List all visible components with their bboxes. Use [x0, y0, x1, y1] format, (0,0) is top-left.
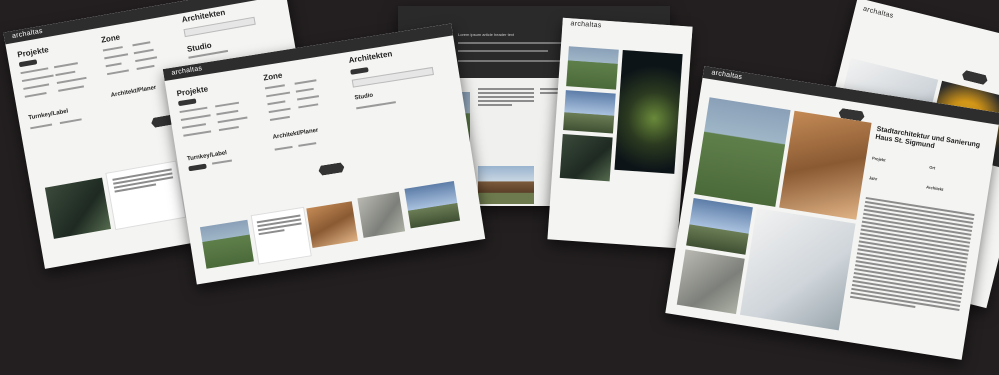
filter-option[interactable]	[132, 41, 151, 47]
project-thumbnail[interactable]	[404, 181, 461, 229]
filter-option[interactable]	[59, 118, 82, 125]
filter-option[interactable]	[298, 103, 319, 109]
column-title-architect-staff: Architekt/Planer	[272, 127, 319, 141]
filter-option[interactable]	[105, 62, 122, 68]
column-title-zone: Zone	[100, 32, 121, 45]
article-image[interactable]	[739, 208, 856, 331]
filter-option[interactable]	[216, 109, 239, 116]
column-title-studio: Studio	[354, 92, 374, 102]
column-title-turnkey: Turnkey/Label	[28, 108, 69, 122]
filter-option[interactable]	[267, 100, 286, 106]
filter-option[interactable]	[23, 83, 50, 90]
gallery-image[interactable]	[563, 90, 616, 134]
project-card[interactable]	[250, 206, 312, 265]
info-label-place: Ort	[928, 164, 936, 171]
filter-option[interactable]	[20, 67, 49, 75]
column-title-projects: Projekte	[176, 84, 209, 99]
filter-option[interactable]	[211, 159, 233, 165]
article-image[interactable]	[779, 110, 872, 220]
filter-option[interactable]	[294, 79, 317, 85]
filter-option[interactable]	[56, 76, 87, 85]
article-image[interactable]	[676, 249, 745, 315]
gallery-image[interactable]	[559, 134, 613, 182]
filter-option[interactable]	[104, 53, 129, 60]
project-thumbnail[interactable]	[357, 191, 406, 238]
project-thumbnail[interactable]	[199, 219, 254, 269]
project-thumbnail[interactable]	[478, 166, 534, 204]
intro-line	[458, 50, 548, 52]
filter-option[interactable]	[133, 48, 154, 55]
article-image[interactable]	[686, 198, 753, 255]
project-thumbnail[interactable]	[306, 201, 358, 248]
filter-option[interactable]	[135, 56, 158, 63]
submit-hex-button[interactable]	[318, 162, 345, 176]
filter-option[interactable]	[179, 106, 208, 114]
filter-option[interactable]	[268, 107, 291, 114]
article-body	[849, 196, 975, 317]
filter-option[interactable]	[30, 123, 53, 130]
filter-option[interactable]	[274, 145, 293, 151]
filter-option[interactable]	[356, 101, 396, 110]
column-title-architects: Architekten	[347, 49, 393, 65]
column-title-studio: Studio	[186, 40, 213, 54]
filter-option[interactable]	[180, 114, 211, 121]
filter-option[interactable]	[102, 46, 123, 52]
filter-option[interactable]	[182, 123, 207, 129]
filter-option[interactable]	[183, 130, 212, 137]
screenshot-page-article: archaltas Stadtarchitektur und Sanierung…	[665, 66, 999, 360]
article-title: Stadtarchitektur und Sanierung Haus St. …	[874, 125, 981, 151]
filter-option[interactable]	[217, 116, 248, 124]
column-title-zone: Zone	[262, 70, 283, 83]
article-image[interactable]	[694, 97, 791, 207]
filter-option[interactable]	[58, 85, 85, 92]
filter-option[interactable]	[296, 95, 320, 101]
filter-option[interactable]	[106, 69, 129, 76]
filter-option[interactable]	[55, 70, 76, 77]
filter-button[interactable]	[177, 98, 197, 107]
column-title-architect-staff: Architekt/Planer	[110, 84, 157, 99]
filter-option[interactable]	[24, 92, 47, 98]
info-label-year: Jahr	[868, 175, 878, 182]
filter-option[interactable]	[295, 87, 314, 93]
info-label-project: Projekt	[871, 155, 886, 163]
screenshot-page-gallery: archaltas	[547, 17, 693, 249]
gallery-image[interactable]	[614, 49, 683, 174]
filter-option[interactable]	[21, 74, 54, 83]
project-card[interactable]	[105, 160, 187, 231]
filter-option[interactable]	[264, 84, 285, 90]
screenshot-page-filter-front: archaltas Projekte Zone Architekten Stud…	[162, 23, 486, 285]
project-thumbnail[interactable]	[44, 177, 112, 239]
intro-line	[458, 42, 568, 44]
filter-option[interactable]	[53, 62, 78, 69]
gallery-image[interactable]	[566, 46, 619, 90]
info-label-architect: Architekt	[925, 184, 944, 192]
filter-button[interactable]	[188, 163, 207, 172]
site-logo[interactable]: archaltas	[862, 6, 894, 20]
filter-button[interactable]	[350, 67, 369, 75]
filter-option[interactable]	[298, 142, 317, 147]
menu-hex-button[interactable]	[961, 70, 989, 86]
filter-option[interactable]	[215, 101, 240, 108]
filter-option[interactable]	[218, 126, 239, 132]
filter-button[interactable]	[18, 59, 38, 68]
column-title-projects: Projekte	[16, 45, 50, 60]
intro-text: Lorem ipsum article header text	[458, 32, 515, 37]
filter-option[interactable]	[266, 91, 291, 98]
filter-option[interactable]	[136, 64, 155, 70]
filter-option[interactable]	[269, 115, 290, 122]
